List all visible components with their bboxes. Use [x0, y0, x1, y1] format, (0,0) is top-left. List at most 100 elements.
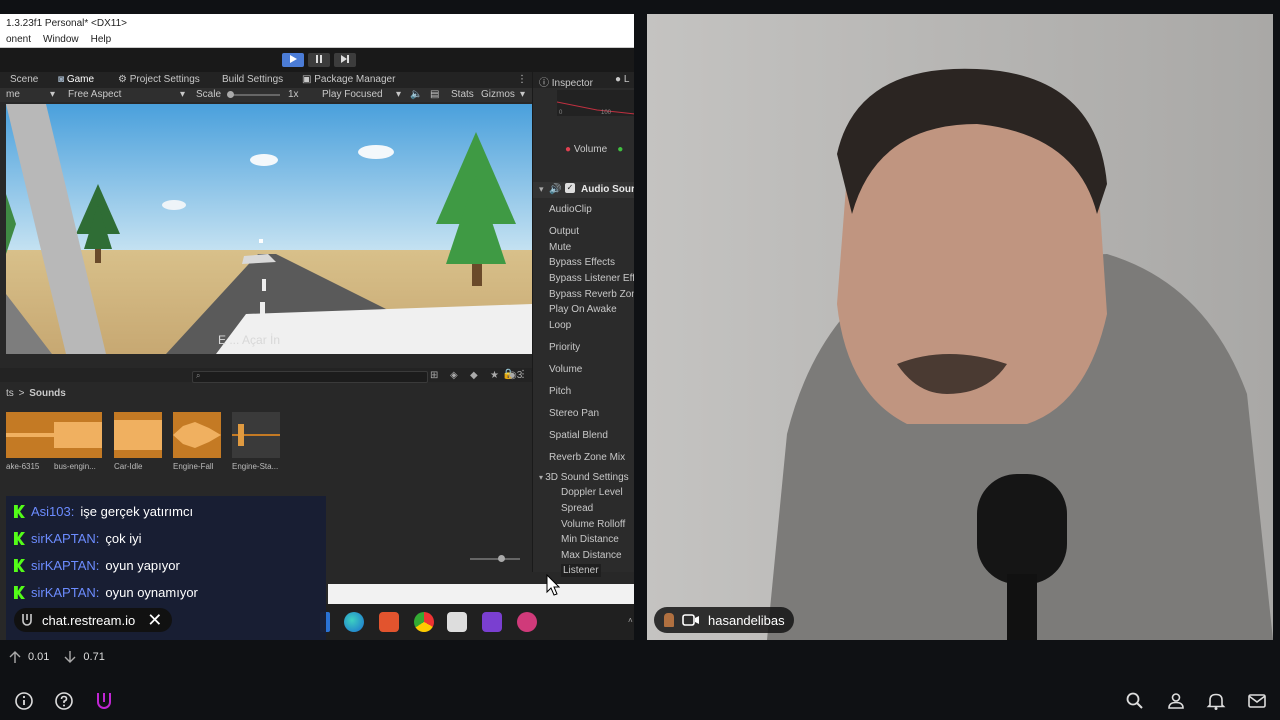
edge-browser-icon[interactable] [344, 612, 364, 632]
prop-spread: Spread [561, 503, 594, 514]
asset-item[interactable]: Car-Idle [114, 412, 162, 471]
pause-button[interactable] [308, 53, 330, 67]
chat-username: sirKAPTAN: [31, 585, 100, 600]
chevron-down-icon: ▾ [180, 89, 186, 100]
asset-label: bus-engin... [54, 462, 96, 471]
chat-text: oyun yapıyor [105, 558, 180, 573]
asset-item[interactable]: Engine-Fall [173, 412, 221, 471]
editor-tabs: Scene ◙ Game ⚙ Project Settings Build Se… [0, 72, 532, 88]
asset-item[interactable]: ake-6315 [6, 412, 54, 471]
game-view[interactable]: E ... Açar İn [6, 104, 532, 354]
visual-studio-icon[interactable] [482, 612, 502, 632]
star-icon[interactable]: ★ [490, 370, 499, 381]
tab-lighting[interactable]: ● L [615, 74, 629, 85]
chrome-browser-icon[interactable] [414, 612, 434, 632]
hidden-count[interactable]: ◉3 [508, 370, 522, 381]
chat-source-badge: chat.restream.io ✕ [14, 608, 172, 632]
step-button[interactable] [334, 53, 356, 67]
prop-mute: Mute [549, 242, 572, 253]
volume-curve-label: Volume [573, 144, 608, 155]
prop-doppler-level: Doppler Level [561, 487, 623, 498]
chat-username: sirKAPTAN: [31, 558, 100, 573]
tab-game-label: Game [66, 74, 95, 85]
chevron-down-icon: ▾ [520, 89, 526, 100]
kick-icon [14, 505, 25, 518]
search-icon[interactable] [1124, 690, 1146, 712]
prop-spatial-blend: Spatial Blend [549, 430, 608, 441]
slider-handle[interactable] [498, 555, 505, 562]
tab-menu-icon[interactable]: ⋮ [517, 74, 527, 85]
chat-username: Asi103: [31, 504, 75, 519]
chevron-up-icon[interactable]: ˄ [628, 616, 633, 625]
prop-audioclip: AudioClip [549, 204, 592, 215]
tab-project-settings[interactable]: ⚙ Project Settings [118, 74, 200, 85]
section-3d-sound[interactable]: ▾ 3D Sound Settings [539, 472, 629, 483]
tab-inspector[interactable]: ⓘ Inspector [539, 74, 593, 89]
red-dot-icon: ● [565, 144, 574, 155]
package-icon: ▣ [302, 74, 315, 85]
play-mode-select[interactable]: Play Focused [322, 89, 383, 100]
asset-item[interactable]: Engine-Sta... [232, 412, 280, 471]
tag-icon[interactable]: ◆ [470, 370, 478, 381]
display-select[interactable]: me [6, 89, 20, 100]
tab-scene[interactable]: Scene [10, 74, 38, 85]
brave-browser-icon[interactable] [379, 612, 399, 632]
audio-source-header[interactable]: ▾ 🔊 ✓ Audio Sour [533, 182, 634, 198]
tab-build-settings[interactable]: Build Settings [222, 74, 283, 85]
close-icon[interactable]: ✕ [147, 610, 162, 631]
restream-logo-icon[interactable] [93, 690, 115, 712]
grid-icon[interactable]: ▤ [430, 89, 439, 100]
tab-package-manager-label: Package Manager [314, 74, 396, 85]
label-icon[interactable]: ◈ [450, 370, 458, 381]
breadcrumb-parent[interactable]: ts [6, 388, 14, 399]
step-icon [341, 55, 349, 63]
stats-button[interactable]: Stats [451, 89, 474, 100]
menu-help[interactable]: Help [91, 34, 112, 47]
unity-hub-icon[interactable] [447, 612, 467, 632]
enabled-checkbox[interactable]: ✓ [565, 183, 575, 193]
filter-icon[interactable]: ⊞ [430, 370, 438, 381]
aspect-select[interactable]: Free Aspect [68, 89, 121, 100]
user-icon[interactable] [1165, 690, 1187, 712]
volume-curve-legend: ● Volume ● [565, 144, 623, 155]
asset-item[interactable]: bus-engin... [54, 412, 102, 471]
speaker-icon[interactable]: 🔈 [410, 89, 422, 100]
avatar [664, 613, 674, 627]
app-icon[interactable] [517, 612, 537, 632]
green-dot-icon: ● [617, 144, 624, 155]
project-search-input[interactable]: ⌕ [192, 371, 428, 383]
windows-taskbar: ˄ [320, 604, 634, 640]
inspector-panel: ⓘ Inspector ● L 0 100 ● Volume ● ▾ 🔊 ✓ Au… [532, 72, 634, 577]
thumbnail-size-slider[interactable] [330, 552, 532, 564]
scale-slider-handle[interactable] [227, 91, 234, 98]
play-button[interactable] [282, 53, 304, 67]
pause-icon [316, 55, 322, 63]
waveform-thumbnail [54, 412, 102, 458]
menu-component[interactable]: onent [6, 34, 31, 47]
breadcrumb: ts > Sounds [6, 388, 66, 399]
tab-game[interactable]: ◙ Game [58, 74, 94, 85]
prop-output: Output [549, 226, 580, 237]
chat-source-url: chat.restream.io [42, 612, 136, 628]
chat-text: çok iyi [105, 531, 142, 546]
waveform-thumbnail [6, 412, 54, 458]
component-title: Audio Sour [581, 184, 634, 195]
menu-window[interactable]: Window [43, 34, 79, 47]
mail-icon[interactable] [1246, 690, 1268, 712]
breadcrumb-current[interactable]: Sounds [29, 388, 66, 399]
kick-icon [14, 586, 25, 599]
chevron-down-icon: ▾ [50, 89, 56, 100]
asset-label: ake-6315 [6, 462, 40, 471]
mouse-cursor-icon [546, 574, 560, 596]
help-icon[interactable] [53, 690, 75, 712]
scale-slider[interactable] [228, 94, 280, 96]
tab-package-manager[interactable]: ▣ Package Manager [302, 74, 395, 85]
tab-inspector-label: Inspector [551, 78, 593, 89]
info-icon[interactable] [13, 690, 35, 712]
bell-icon[interactable] [1205, 690, 1227, 712]
volume-curve-graph: 0 100 [557, 90, 634, 116]
prop-bypass-reverb: Bypass Reverb Zon [549, 289, 634, 300]
chat-message: sirKAPTAN: çok iyi [14, 531, 142, 546]
listener-tab[interactable]: Listener [561, 564, 601, 577]
gizmos-button[interactable]: Gizmos [481, 89, 515, 100]
